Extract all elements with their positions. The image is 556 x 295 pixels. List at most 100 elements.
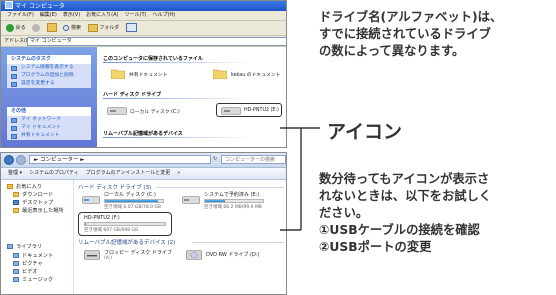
music-icon — [13, 277, 19, 282]
drive-c-name[interactable]: ローカル ディスク (C:) — [104, 191, 156, 198]
drive-letter-note: ドライブ名(アルファベット)は、 すでに接続されているドライブ の数によって異な… — [319, 10, 503, 58]
section-divider — [192, 242, 284, 243]
task-add-remove-programs[interactable]: プログラムの追加と削除 — [7, 72, 91, 80]
drive-e-usage-bar — [204, 199, 264, 203]
folders-button[interactable]: フォルダ — [87, 21, 119, 35]
menu-tools[interactable]: ツール(T) — [125, 12, 147, 18]
menu-help[interactable]: ヘルプ(H) — [152, 12, 175, 18]
system-properties-button[interactable]: システムのプロパティ — [29, 170, 79, 176]
system-tasks-header[interactable]: システムのタスク — [7, 55, 91, 64]
star-icon — [7, 184, 13, 189]
hard-drive-icon[interactable] — [182, 196, 200, 204]
group-removable: リムーバブル記憶域があるデバイス — [103, 131, 183, 137]
forward-button[interactable] — [16, 155, 26, 165]
address-input[interactable]: マイ コンピュータ — [27, 37, 286, 46]
place-label: マイ ドキュメント — [21, 125, 61, 130]
search-input[interactable]: コンピューターの検索 — [221, 155, 286, 164]
refresh-icon[interactable]: ↻ — [213, 156, 219, 163]
xp-toolbar: 戻る 検索 フォルダ — [1, 21, 286, 36]
nav-pictures[interactable]: ピクチャ — [13, 260, 43, 268]
drive-e-free-space: 空き領域 66.2 MB/99.9 MB — [204, 205, 262, 210]
xp-title-bar: マイ コンピュータ — [1, 1, 286, 11]
back-button[interactable] — [4, 155, 14, 165]
hard-drive-icon[interactable] — [82, 196, 100, 204]
nav-recent-places[interactable]: 最近表示した場所 — [13, 207, 64, 215]
task-view-system-info[interactable]: システム情報を表示する — [7, 64, 91, 72]
xp-task-pane: システムのタスク システム情報を表示する プログラムの追加と削除 設定を変更する… — [1, 47, 97, 147]
folder-icon[interactable] — [213, 68, 227, 79]
nav-favorites[interactable]: お気に入り — [7, 183, 42, 191]
system-info-icon — [11, 65, 17, 71]
up-button[interactable] — [46, 21, 57, 35]
user-documents-item[interactable]: kekau のドキュメント — [231, 71, 280, 78]
folder-icon[interactable] — [111, 68, 125, 79]
network-icon — [11, 117, 17, 123]
group-divider — [103, 62, 253, 63]
search-label: 検索 — [70, 25, 81, 31]
floppy-drive-icon[interactable] — [84, 250, 100, 260]
local-disk-c-item[interactable]: ローカル ディスク (C:) — [130, 108, 180, 115]
drive-e-usage-fill — [205, 200, 225, 202]
xp-window-title: マイ コンピュータ — [15, 3, 65, 10]
other-places-header[interactable]: その他 — [7, 107, 91, 116]
drive-f-free-space: 空き領域 697 GB/698 GB — [84, 228, 139, 233]
drive-e-name[interactable]: システムで予約済み (E:) — [204, 191, 259, 198]
task-label: システム情報を表示する — [21, 65, 74, 70]
dvd-drive-icon[interactable] — [186, 250, 202, 260]
troubleshooting-note: 数分待ってもアイコンが表示さ れないときは、以下をお試しく ださい。 ①USBケ… — [319, 172, 492, 254]
documents-icon — [13, 253, 19, 258]
breadcrumb-text: ► コンピューター ► — [34, 157, 85, 163]
menu-view[interactable]: 表示(V) — [63, 12, 80, 18]
xp-content-area: このコンピュータに保存されているファイル 共有ドキュメント kekau のドキュ… — [97, 47, 286, 147]
system-tasks-panel: システムのタスク システム情報を表示する プログラムの追加と削除 設定を変更する — [7, 55, 91, 88]
nav-videos[interactable]: ビデオ — [13, 268, 38, 276]
nav-desktop[interactable]: デスクトップ — [13, 199, 53, 207]
dvd-drive-name[interactable]: DVD RW ドライブ (D:) — [206, 251, 259, 258]
group-stored-files: このコンピュータに保存されているファイル — [103, 56, 203, 62]
nav-libraries[interactable]: ライブラリ — [7, 243, 42, 251]
search-placeholder: コンピューターの検索 — [225, 157, 276, 163]
search-icon — [63, 24, 70, 31]
floppy-drive-name[interactable]: フロッピー ディスク ドライブ — [104, 249, 172, 256]
nav-label: デスクトップ — [22, 200, 54, 206]
place-my-network[interactable]: マイ ネットワーク — [7, 116, 91, 124]
more-commands-button[interactable]: » — [177, 170, 180, 176]
section-divider — [156, 187, 284, 188]
place-label: マイ ネットワーク — [21, 117, 61, 122]
shared-folder-icon — [11, 133, 17, 139]
search-button[interactable]: 検索 — [63, 21, 81, 35]
menu-favorites[interactable]: お気に入り(A) — [86, 12, 118, 18]
task-change-settings[interactable]: 設定を変更する — [7, 80, 91, 88]
win7-computer-window: ► コンピューター ► ↻ コンピューターの検索 整理 ▾ システムのプロパティ プ… — [0, 152, 287, 295]
drive-c-usage-bar — [104, 199, 164, 203]
nav-label: ドキュメント — [22, 253, 54, 259]
back-button[interactable]: 戻る — [6, 21, 26, 35]
forward-button[interactable] — [32, 21, 41, 35]
drive-f-name[interactable]: HD-PNTU2 (F:) — [84, 215, 120, 221]
breadcrumb[interactable]: ► コンピューター ► — [29, 155, 211, 164]
place-label: 共有ドキュメント — [21, 133, 60, 138]
organize-button[interactable]: 整理 ▾ — [8, 170, 22, 176]
nav-downloads[interactable]: ダウンロード — [13, 191, 53, 199]
drive-c-usage-fill — [105, 200, 159, 202]
group-hard-disk: ハード ディスク ドライブ — [103, 92, 162, 98]
floppy-drive-letter: (A:) — [104, 256, 113, 261]
shared-documents-item[interactable]: 共有ドキュメント — [129, 71, 167, 78]
hard-drive-icon[interactable] — [107, 107, 127, 115]
drive-f-usage-bar — [84, 222, 166, 226]
pictures-icon — [13, 261, 19, 266]
uninstall-programs-button[interactable]: プログラムのアンインストールと変更 — [86, 170, 171, 176]
menu-edit[interactable]: 編集(E) — [40, 12, 57, 18]
back-arrow-icon — [6, 23, 14, 32]
nav-music[interactable]: ミュージック — [13, 276, 53, 284]
place-my-documents[interactable]: マイ ドキュメント — [7, 124, 91, 132]
nav-label: ライブラリ — [16, 244, 42, 250]
desktop-icon — [13, 200, 19, 205]
downloads-icon — [13, 192, 19, 197]
menu-file[interactable]: ファイル(F) — [7, 12, 34, 18]
other-places-panel: その他 マイ ネットワーク マイ ドキュメント 共有ドキュメント — [7, 107, 91, 140]
views-button[interactable] — [125, 21, 137, 35]
place-shared-documents[interactable]: 共有ドキュメント — [7, 132, 91, 140]
nav-label: ピクチャ — [22, 261, 43, 267]
nav-documents[interactable]: ドキュメント — [13, 252, 53, 260]
